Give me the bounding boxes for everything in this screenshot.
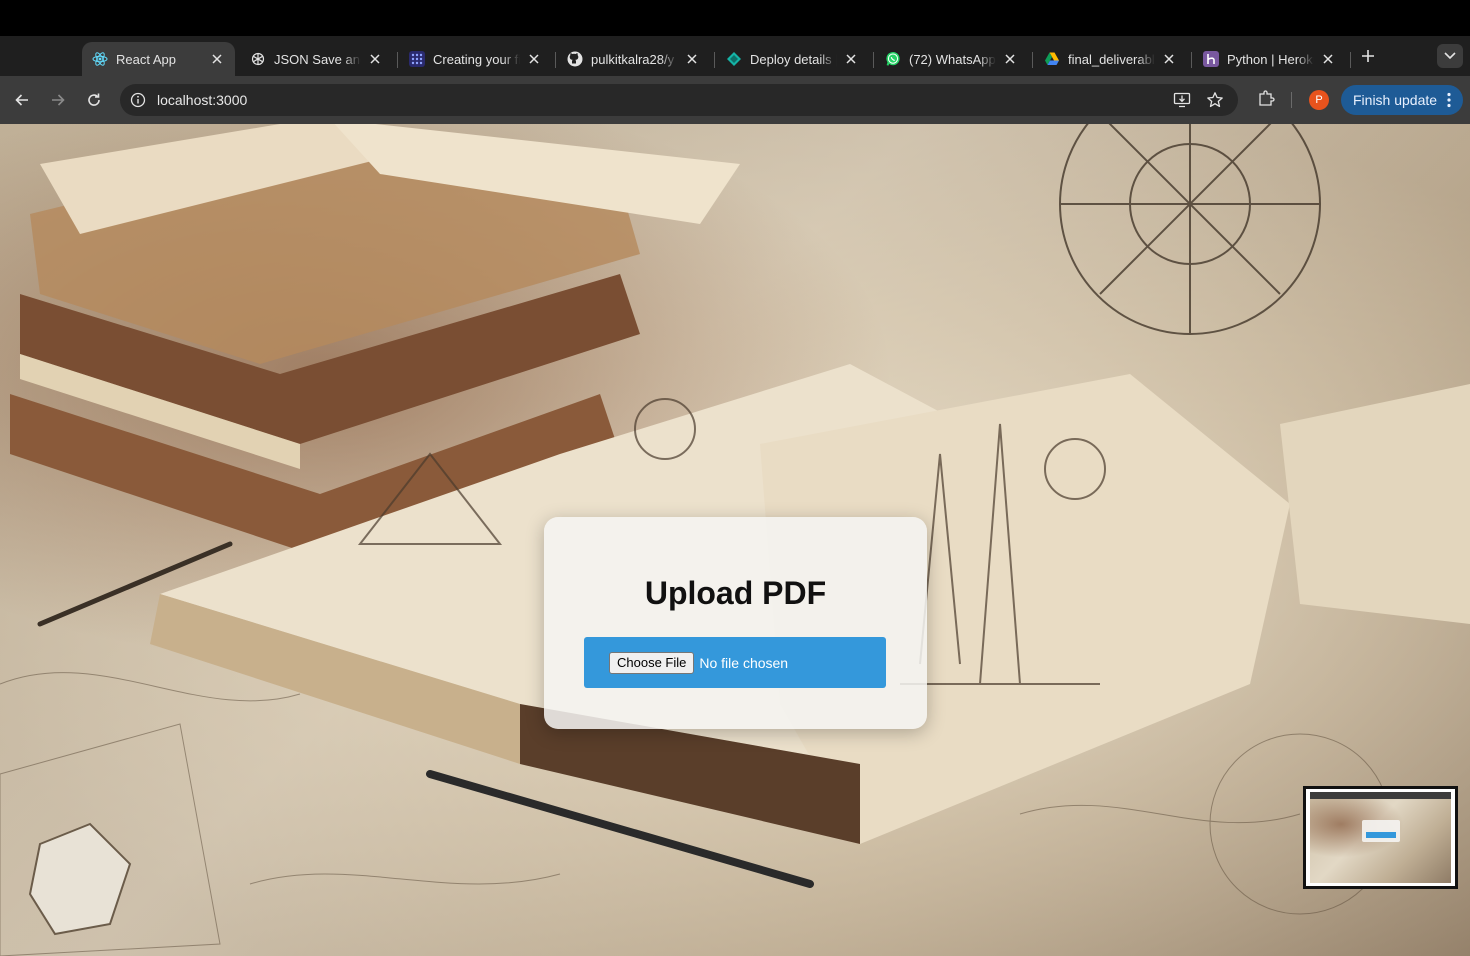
install-app-icon[interactable] [1173,91,1191,109]
tab-creating-your[interactable]: Creating your fi [399,42,552,76]
close-icon[interactable] [367,51,383,67]
tab-title: Deploy details | [750,51,837,67]
forward-button[interactable] [46,88,70,112]
extensions-button[interactable] [1256,88,1276,108]
github-icon [567,51,583,67]
tab-title: (72) WhatsApp [909,51,996,67]
tab-title: final_deliverabl [1068,51,1155,67]
google-drive-icon [1044,51,1060,67]
picture-in-picture-preview[interactable] [1303,786,1458,889]
close-icon[interactable] [843,51,859,67]
plus-icon [1362,50,1374,62]
tab-title: Creating your fi [433,51,520,67]
tab-separator [555,52,556,68]
choose-file-button[interactable]: Choose File [609,651,695,674]
browser-toolbar: localhost:3000 [0,76,1470,124]
upload-card: Upload PDF Choose File No file chosen [544,517,927,729]
avatar-initial: P [1315,94,1323,106]
tab-separator [397,52,398,68]
site-info-icon[interactable] [129,91,147,109]
window-top-bar [0,0,1470,36]
more-vert-icon[interactable] [1447,92,1451,111]
close-icon[interactable] [1320,51,1336,67]
whatsapp-icon [885,51,901,67]
heroku-icon [1203,51,1219,67]
finish-update-label: Finish update [1353,92,1438,108]
tab-json-save[interactable]: JSON Save and [240,42,393,76]
tab-react-app[interactable]: React App [82,42,235,76]
tab-title: JSON Save and [274,51,361,67]
address-bar[interactable]: localhost:3000 [120,84,1238,116]
puzzle-icon [1259,90,1275,106]
tab-separator [1191,52,1192,68]
close-icon[interactable] [526,51,542,67]
arrow-right-icon [52,94,65,106]
url-text: localhost:3000 [157,92,248,108]
arrow-left-icon [15,94,28,106]
close-icon[interactable] [1002,51,1018,67]
bookmark-star-icon[interactable] [1206,91,1224,109]
reload-icon [88,93,100,106]
tab-title: pulkitkalra28/y [591,51,675,67]
profile-avatar[interactable]: P [1309,90,1329,110]
openai-icon [250,51,266,67]
file-upload-zone[interactable]: Choose File No file chosen [584,637,886,688]
close-icon[interactable] [209,51,225,67]
chevron-down-icon [1444,52,1456,60]
tab-separator [714,52,715,68]
tab-title: React App [116,51,176,67]
grid-dots-icon [409,51,425,67]
tab-python-heroku[interactable]: Python | Heroku [1193,42,1346,76]
toolbar-divider [1291,92,1292,108]
tab-strip: React App JSON Save and Creating your fi… [0,36,1470,76]
tab-deploy-details[interactable]: Deploy details | [716,42,869,76]
finish-update-button[interactable]: Finish update [1341,85,1463,115]
tab-separator [1350,52,1351,68]
preview-upload-zone [1366,832,1396,838]
tab-separator [1032,52,1033,68]
tab-final-deliverable[interactable]: final_deliverabl [1034,42,1187,76]
tab-whatsapp[interactable]: (72) WhatsApp [875,42,1028,76]
preview-toolbar [1310,792,1451,799]
deploy-diamond-icon [726,51,742,67]
close-icon[interactable] [1161,51,1177,67]
new-tab-button[interactable] [1358,46,1378,66]
tab-separator [873,52,874,68]
tab-title: Python | Heroku [1227,51,1314,67]
page-viewport: Upload PDF Choose File No file chosen [0,124,1470,956]
file-status-text: No file chosen [699,654,789,671]
close-icon[interactable] [684,51,700,67]
back-button[interactable] [10,88,34,112]
tab-github[interactable]: pulkitkalra28/y [557,42,710,76]
react-icon [92,51,108,67]
page-title: Upload PDF [644,575,827,611]
reload-button[interactable] [82,88,106,112]
tab-search-button[interactable] [1437,44,1463,68]
preview-upload-card [1362,820,1400,842]
